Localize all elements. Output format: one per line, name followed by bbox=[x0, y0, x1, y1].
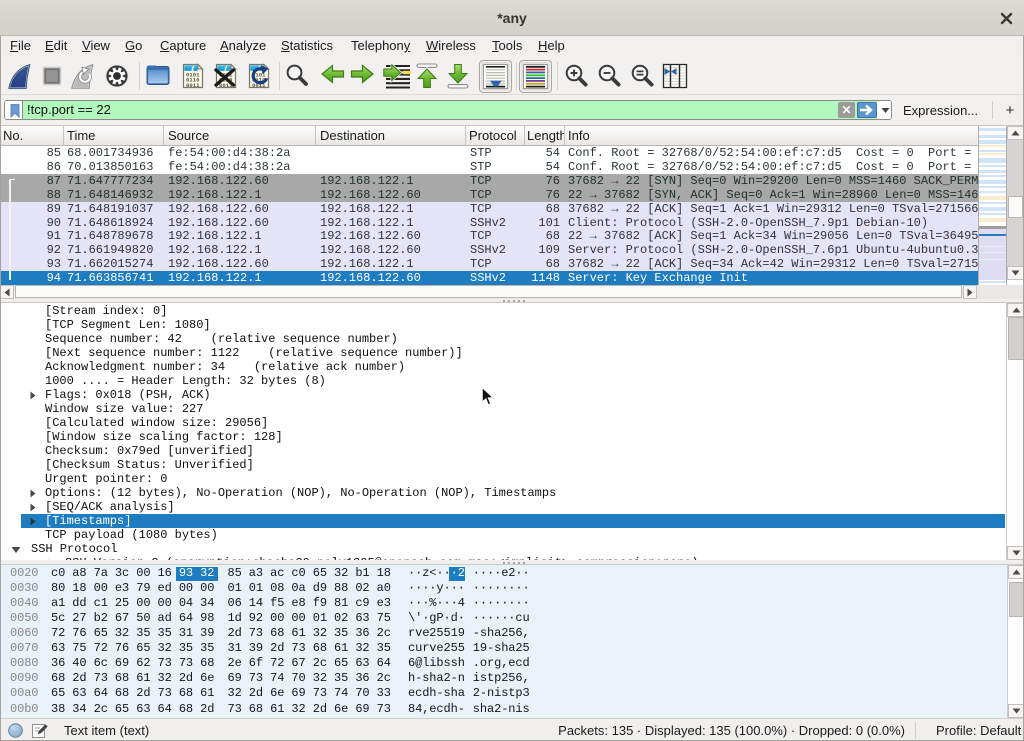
svg-text:0011: 0011 bbox=[186, 82, 200, 89]
